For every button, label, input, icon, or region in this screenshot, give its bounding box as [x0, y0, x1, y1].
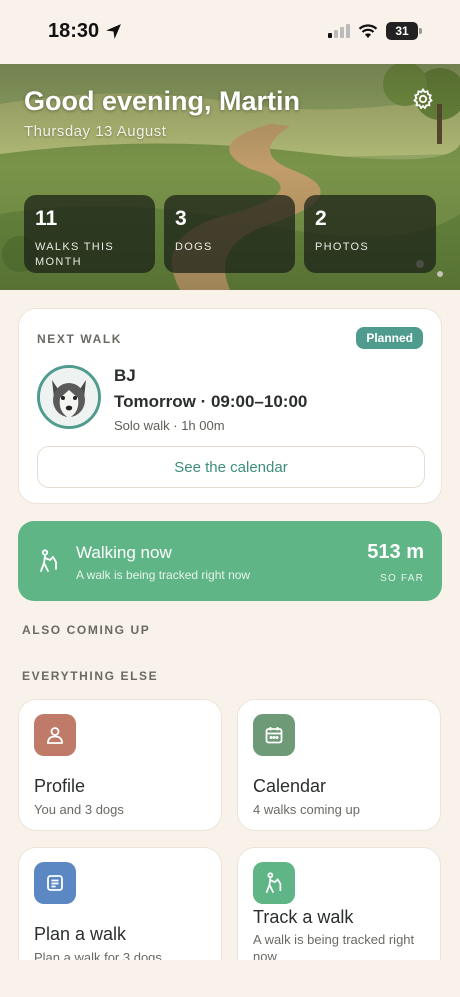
location-arrow-icon	[106, 24, 122, 39]
status-time: 18:30	[48, 20, 100, 42]
gear-icon	[413, 87, 433, 110]
stat-photos: 2 PHOTOS	[304, 195, 436, 273]
signal-icon	[328, 24, 350, 38]
tile-title: Track a walk	[253, 907, 354, 927]
walking-now-banner[interactable]: Walking now A walk is being tracked righ…	[18, 521, 442, 601]
walk-meta: Solo walk · 1h 00m	[114, 418, 225, 433]
walker-icon	[40, 549, 57, 572]
see-calendar-button[interactable]: See the calendar	[37, 446, 425, 488]
also-coming-up-heading: ALSO COMING UP	[22, 623, 151, 637]
tile-plan-walk[interactable]: Plan a walk Plan a walk for 3 dogs	[18, 847, 222, 977]
note-icon	[47, 875, 63, 891]
tile-title: Calendar	[253, 776, 327, 796]
status-bar: 18:30 31	[0, 0, 460, 64]
battery-indicator: 31	[386, 22, 422, 40]
stat-walks-this-month: 11 WALKS THIS MONTH	[24, 195, 155, 273]
tile-title: Profile	[34, 776, 86, 796]
tile-profile[interactable]: Profile You and 3 dogs	[18, 699, 222, 831]
date-label: Thursday 13 August	[24, 123, 167, 140]
settings-button[interactable]	[410, 86, 436, 112]
header-hero: Good evening, Martin Thursday 13 August …	[0, 64, 460, 290]
everything-else-heading: EVERYTHING ELSE	[22, 669, 159, 683]
walking-now-title: Walking now	[76, 543, 172, 562]
next-walk-card[interactable]: NEXT WALK Planned BJ Tomorrow · 09:00–10…	[18, 308, 442, 504]
tile-subtitle: You and 3 dogs	[34, 802, 124, 817]
status-badge: Planned	[356, 327, 423, 349]
husky-icon	[40, 368, 98, 426]
next-walk-label: NEXT WALK	[37, 332, 123, 346]
walking-now-subtitle: A walk is being tracked right now	[76, 568, 251, 582]
walking-distance-label: SO FAR	[380, 573, 424, 584]
tile-title: Plan a walk	[34, 924, 127, 944]
tile-subtitle: 4 walks coming up	[253, 802, 360, 817]
dog-name: BJ	[114, 366, 136, 385]
walk-time: Tomorrow · 09:00–10:00	[114, 392, 308, 411]
tile-calendar[interactable]: Calendar 4 walks coming up	[237, 699, 441, 831]
calendar-icon	[265, 727, 283, 744]
greeting-title: Good evening, Martin	[24, 86, 301, 116]
tile-track-walk[interactable]: Track a walk A walk is being tracked rig…	[237, 847, 441, 977]
dog-avatar	[37, 365, 101, 429]
walking-distance: 513 m	[367, 541, 424, 563]
walker-icon	[265, 872, 282, 893]
wifi-icon	[358, 23, 378, 38]
person-icon	[47, 727, 63, 744]
stat-dogs: 3 DOGS	[164, 195, 295, 273]
